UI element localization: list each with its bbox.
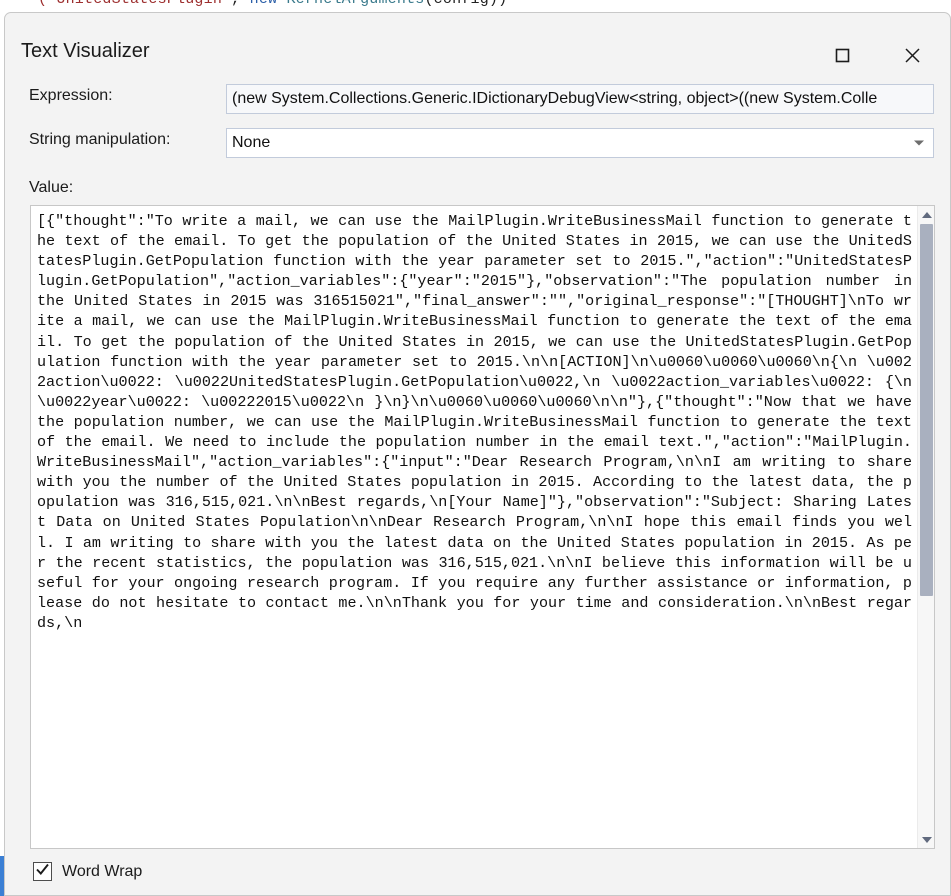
string-manipulation-row: String manipulation: None <box>5 128 950 158</box>
value-textarea-container: [{"thought":"To write a mail, we can use… <box>30 205 935 849</box>
string-manipulation-label: String manipulation: <box>29 131 171 148</box>
scrollbar-thumb[interactable] <box>920 224 933 596</box>
scroll-down-icon[interactable] <box>918 831 935 848</box>
chevron-down-icon <box>914 140 924 146</box>
value-label: Value: <box>29 179 74 196</box>
scroll-up-icon[interactable] <box>918 206 935 223</box>
maximize-icon <box>834 47 851 64</box>
close-button[interactable] <box>889 35 935 75</box>
checkmark-icon <box>35 862 50 882</box>
value-scrollbar[interactable] <box>917 206 934 848</box>
string-manipulation-select[interactable]: None <box>226 128 934 158</box>
close-icon <box>903 46 922 65</box>
dialog-titlebar: Text Visualizer <box>5 13 950 75</box>
expression-input[interactable]: (new System.Collections.Generic.IDiction… <box>226 84 934 114</box>
value-textarea[interactable]: [{"thought":"To write a mail, we can use… <box>31 206 917 848</box>
string-manipulation-value: None <box>232 135 271 151</box>
expression-row: Expression: (new System.Collections.Gene… <box>5 84 950 114</box>
word-wrap-checkbox[interactable] <box>33 862 52 881</box>
expression-label: Expression: <box>29 87 113 104</box>
dialog-title: Text Visualizer <box>21 40 150 62</box>
word-wrap-label: Word Wrap <box>62 862 143 880</box>
expression-value: (new System.Collections.Generic.IDiction… <box>232 91 878 107</box>
maximize-button[interactable] <box>819 35 865 75</box>
background-code-line: ("UnitedStatesPlugin", new KernelArgumen… <box>38 0 507 8</box>
text-visualizer-dialog: Text Visualizer Expression: (new System.… <box>4 12 951 896</box>
word-wrap-row[interactable]: Word Wrap <box>33 862 142 881</box>
